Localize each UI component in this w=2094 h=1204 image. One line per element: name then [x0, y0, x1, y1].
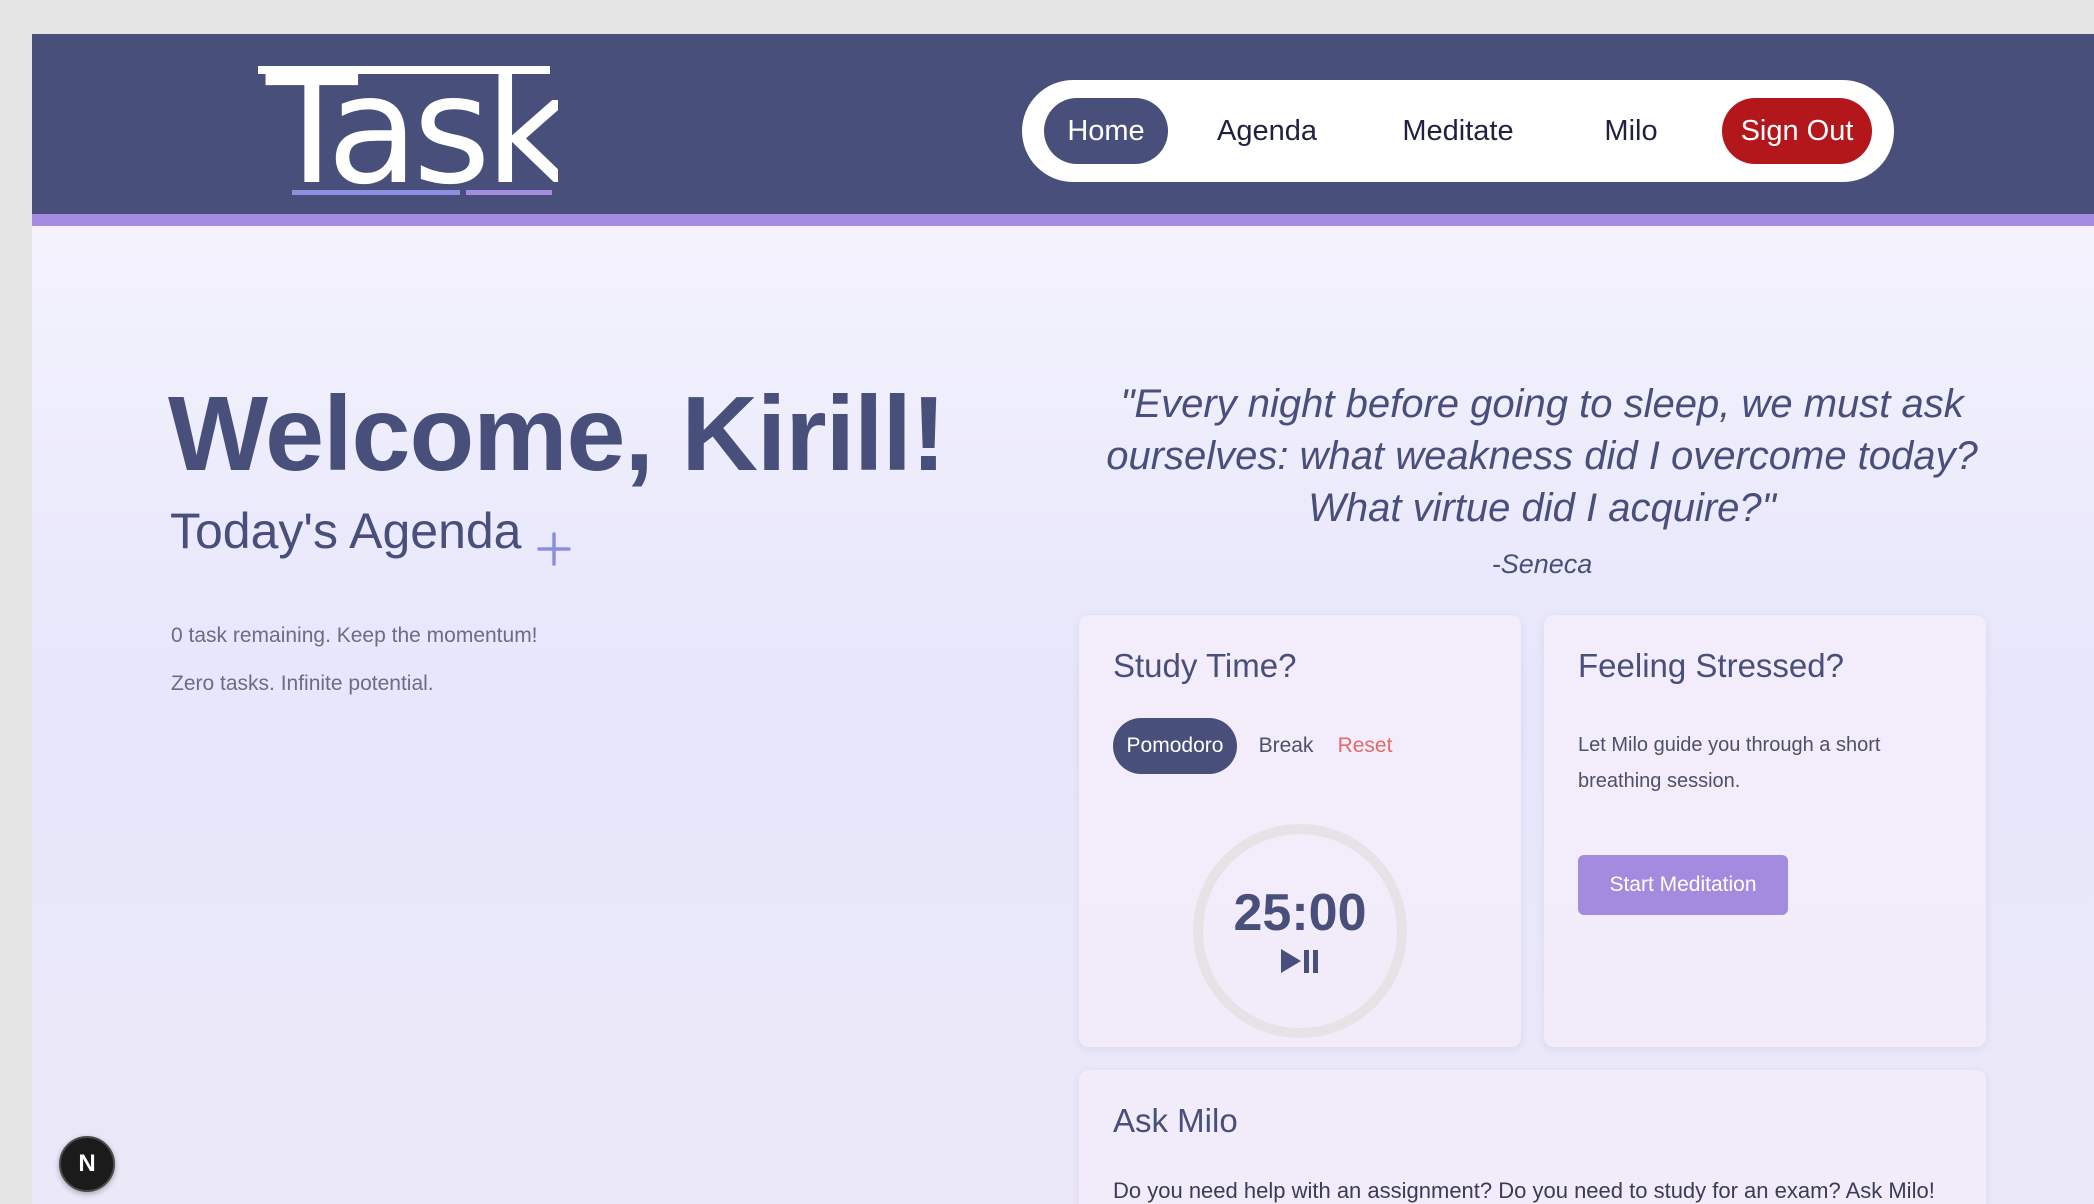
site-header: Taskl Home Agenda Meditate Milo Sign Out — [32, 34, 2094, 226]
stress-card-text: Let Milo guide you through a short breat… — [1578, 734, 1881, 792]
feeling-stressed-card: Feeling Stressed? Let Milo guide you thr… — [1544, 615, 1986, 1047]
study-card-title: Study Time? — [1113, 647, 1297, 684]
main-nav: Home Agenda Meditate Milo Sign Out — [1022, 80, 1894, 182]
taskl-logo[interactable]: Taskl — [258, 44, 607, 218]
timer-display: 25:00 — [1233, 884, 1367, 942]
quote-text: "Every night before going to sleep, we m… — [1106, 382, 1978, 530]
pomodoro-button[interactable]: Pomodoro — [1113, 718, 1237, 774]
logo-text: Taskl — [265, 64, 558, 204]
nav-agenda[interactable]: Agenda — [1192, 98, 1342, 164]
browser-viewport: Taskl Home Agenda Meditate Milo Sign Out… — [32, 34, 2094, 1204]
nextjs-dev-badge[interactable]: N — [59, 1136, 115, 1192]
study-time-card: Study Time? Pomodoro Break Reset 25:00 — [1079, 615, 1521, 1047]
nav-meditate[interactable]: Meditate — [1366, 98, 1550, 164]
welcome-heading: Welcome, Kirill! — [168, 375, 946, 493]
add-task-plus-icon[interactable] — [537, 532, 571, 566]
empty-agenda-text: Zero tasks. Infinite potential. — [171, 672, 434, 695]
agenda-heading: Today's Agenda — [170, 503, 522, 559]
sign-out-button[interactable]: Sign Out — [1722, 98, 1872, 164]
tasks-remaining-text: 0 task remaining. Keep the momentum! — [171, 624, 538, 647]
break-button[interactable]: Break — [1249, 718, 1323, 774]
start-meditation-button[interactable]: Start Meditation — [1578, 855, 1788, 915]
ask-milo-card: Ask Milo Do you need help with an assign… — [1079, 1070, 1986, 1204]
milo-card-text: Do you need help with an assignment? Do … — [1113, 1178, 1935, 1203]
reset-button[interactable]: Reset — [1329, 718, 1401, 774]
stress-card-title: Feeling Stressed? — [1578, 647, 1844, 684]
nav-home[interactable]: Home — [1044, 98, 1168, 164]
nav-milo[interactable]: Milo — [1574, 98, 1688, 164]
milo-card-title: Ask Milo — [1113, 1102, 1238, 1139]
quote-author: -Seneca — [1491, 549, 1593, 579]
play-pause-icon[interactable] — [1279, 947, 1321, 975]
